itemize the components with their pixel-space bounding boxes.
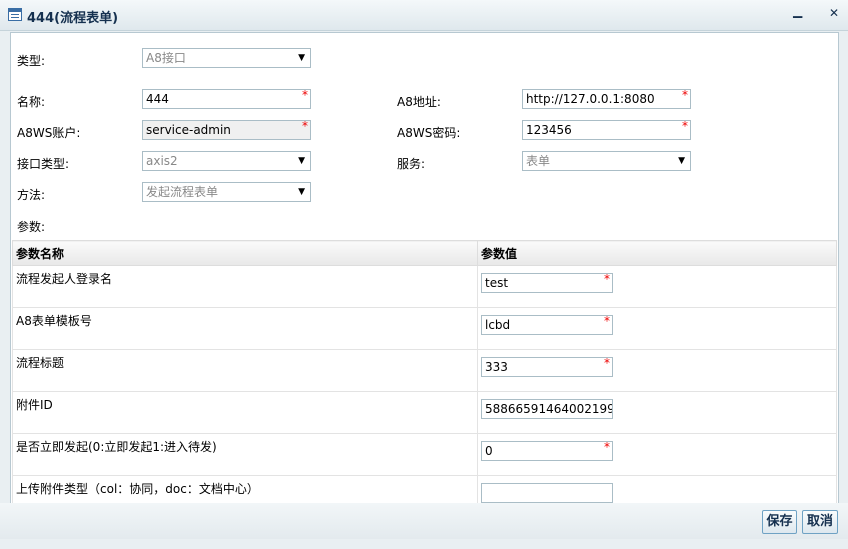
param-name: 流程发起人登录名: [12, 265, 478, 308]
required-icon: *: [604, 273, 610, 286]
name-input[interactable]: 444 *: [142, 88, 311, 109]
param-name: 流程标题: [12, 349, 478, 392]
param-value: 588665914640021993: [485, 402, 613, 416]
param-value-input[interactable]: lcbd *: [481, 315, 613, 335]
name-label: 名称:: [17, 95, 46, 109]
param-value: 0: [485, 444, 493, 458]
service-value: 表单: [526, 154, 551, 168]
service-select[interactable]: 表单 ▼: [522, 151, 691, 171]
save-button[interactable]: 保存: [762, 510, 797, 534]
a8ws-password-label: A8WS密码:: [397, 126, 461, 140]
title-bar: 444(流程表单) ▁ ✕: [0, 0, 848, 31]
param-value-input[interactable]: [481, 483, 613, 503]
table-row: 流程标题 333 *: [12, 349, 837, 392]
chevron-down-icon: ▼: [298, 156, 305, 166]
a8ws-password-input[interactable]: 123456 *: [522, 119, 691, 140]
column-header-name: 参数名称: [12, 240, 478, 266]
name-value: 444: [146, 92, 169, 106]
param-value-input[interactable]: test *: [481, 273, 613, 293]
param-value: lcbd: [485, 318, 511, 332]
param-value-input[interactable]: 588665914640021993: [481, 399, 613, 419]
close-button[interactable]: ✕: [829, 6, 839, 20]
required-icon: *: [604, 441, 610, 454]
interface-type-label: 接口类型:: [17, 157, 70, 171]
cancel-button[interactable]: 取消: [802, 510, 838, 534]
chevron-down-icon: ▼: [678, 156, 685, 166]
chevron-down-icon: ▼: [298, 53, 305, 63]
required-icon: *: [302, 119, 308, 133]
params-label: 参数:: [17, 220, 46, 234]
table-row: 流程发起人登录名 test *: [12, 265, 837, 308]
service-label: 服务:: [397, 157, 426, 171]
table-row: 附件ID 588665914640021993: [12, 391, 837, 434]
param-value: 333: [485, 360, 508, 374]
method-select[interactable]: 发起流程表单 ▼: [142, 182, 311, 202]
param-value-input[interactable]: 0 *: [481, 441, 613, 461]
required-icon: *: [682, 119, 688, 133]
a8ws-account-input[interactable]: service-admin *: [142, 119, 311, 140]
a8-address-value: http://127.0.0.1:8080: [526, 92, 655, 106]
chevron-down-icon: ▼: [298, 187, 305, 197]
table-row: A8表单模板号 lcbd *: [12, 307, 837, 350]
param-name: A8表单模板号: [12, 307, 478, 350]
type-label: 类型:: [17, 54, 46, 68]
a8ws-password-value: 123456: [526, 123, 572, 137]
window-title: 444(流程表单): [27, 11, 119, 26]
required-icon: *: [302, 88, 308, 102]
method-value: 发起流程表单: [146, 185, 219, 199]
minimize-button[interactable]: ▁: [793, 4, 802, 18]
param-name: 附件ID: [12, 391, 478, 434]
params-table: 参数名称 参数值 流程发起人登录名 test * A8表单模板号 lcbd * 流程标题 33…: [12, 240, 837, 518]
footer: [0, 503, 848, 539]
column-header-value: 参数值: [477, 240, 837, 266]
table-row: 是否立即发起(0:立即发起1:进入待发) 0 *: [12, 433, 837, 476]
param-value-input[interactable]: 333 *: [481, 357, 613, 377]
interface-type-select[interactable]: axis2 ▼: [142, 151, 311, 171]
required-icon: *: [604, 315, 610, 328]
a8-address-label: A8地址:: [397, 95, 441, 109]
param-name: 是否立即发起(0:立即发起1:进入待发): [12, 433, 478, 476]
a8ws-account-value: service-admin: [146, 123, 231, 137]
param-value: test: [485, 276, 509, 290]
method-label: 方法:: [17, 188, 46, 202]
required-icon: *: [682, 88, 688, 102]
a8ws-account-label: A8WS账户:: [17, 126, 81, 140]
type-select[interactable]: A8接口 ▼: [142, 48, 311, 68]
interface-type-value: axis2: [146, 154, 178, 168]
form-icon: [8, 8, 22, 21]
a8-address-input[interactable]: http://127.0.0.1:8080 *: [522, 88, 691, 109]
type-value: A8接口: [146, 51, 186, 65]
required-icon: *: [604, 357, 610, 370]
